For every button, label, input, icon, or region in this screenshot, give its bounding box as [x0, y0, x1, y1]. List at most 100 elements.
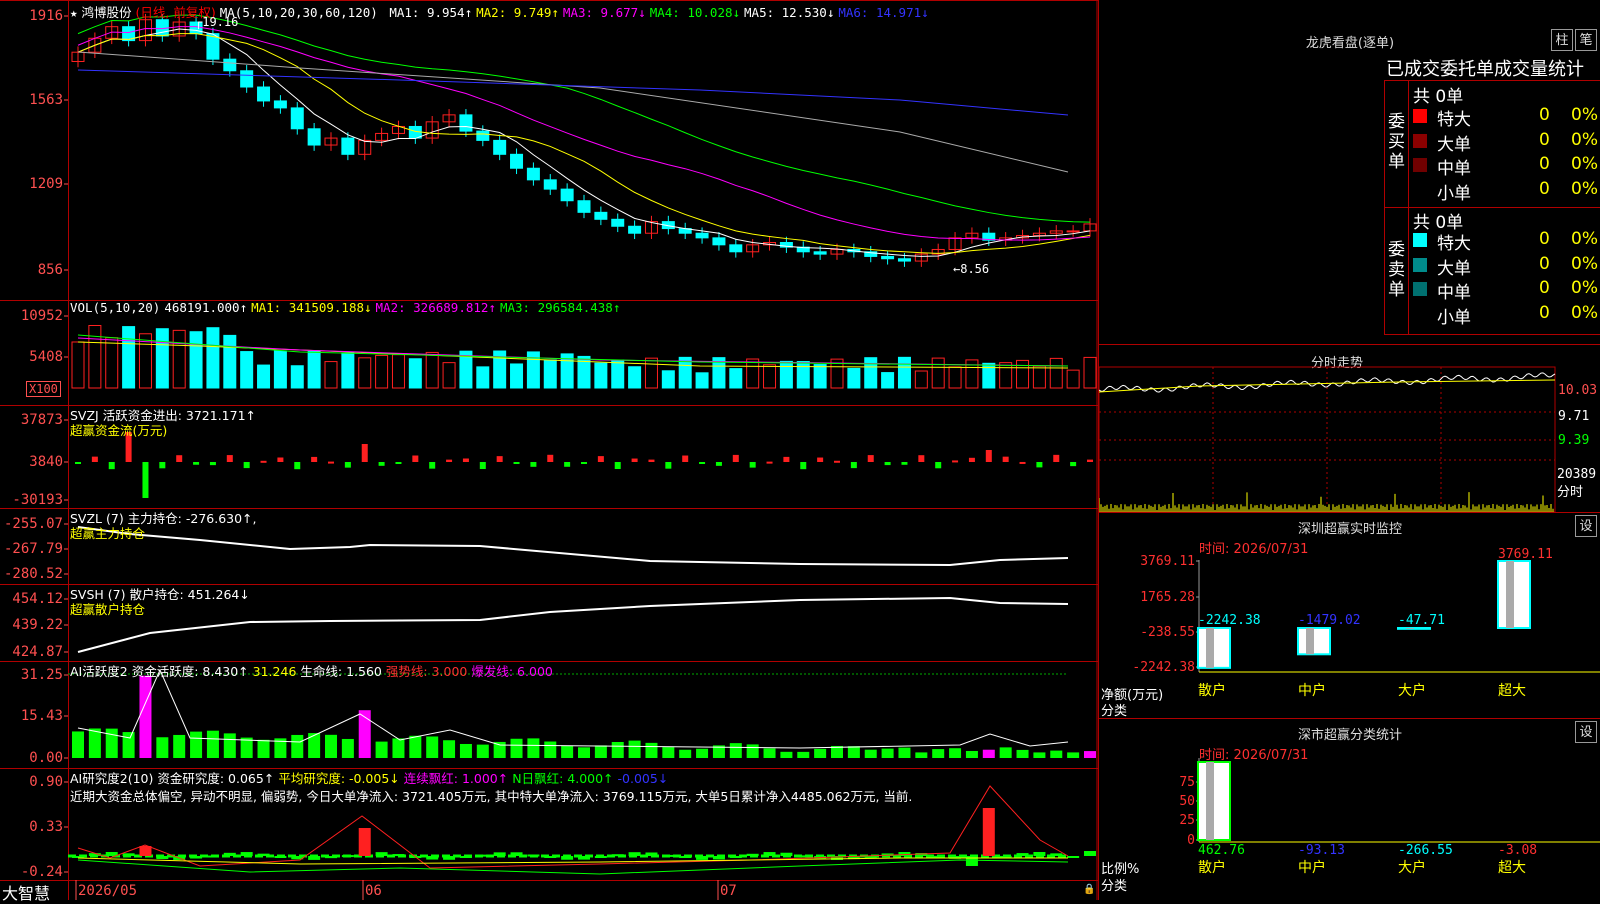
- y-tick: -0.24: [21, 864, 63, 880]
- volume-bar: [425, 351, 439, 389]
- chart-y-tick: -238.55: [1140, 625, 1195, 640]
- activity-bar: [257, 739, 270, 758]
- research-bar: [1016, 853, 1029, 856]
- activity-bar: [173, 734, 186, 758]
- ai-research-summary: 近期大资金总体偏空, 异动不明显, 偏弱势, 今日大单净流入: 3721.405…: [70, 789, 913, 804]
- y-tick: 10952: [21, 308, 63, 324]
- svzj-bar: [547, 454, 554, 462]
- volume-bar: [661, 370, 675, 389]
- stock-name: 鸿博股份: [81, 5, 132, 20]
- research-bar: [965, 856, 978, 866]
- legend-swatch: [1413, 282, 1427, 296]
- research-bar: [763, 852, 776, 856]
- volume-bar: [155, 328, 169, 389]
- svzj-bar: [665, 462, 672, 469]
- research-bar: [544, 856, 557, 858]
- activity-bar: [341, 738, 354, 758]
- activity-bar: [510, 738, 523, 758]
- research-bar: [308, 856, 321, 860]
- intraday-chart-svg[interactable]: 10.03 9.71 9.39 20389 分时: [1099, 344, 1600, 512]
- research-bar: [1067, 856, 1080, 858]
- legend-swatch: [1413, 158, 1427, 172]
- bar-value-label: -47.71: [1398, 613, 1445, 628]
- dragon-row-pct: 0%: [1571, 154, 1598, 174]
- svzj-bar: [159, 462, 166, 469]
- dragon-stats-header: 已成交委托单成交量统计: [1386, 59, 1584, 80]
- chart-y-tick: 50: [1179, 794, 1195, 809]
- dragon-row-pct: 0%: [1571, 129, 1598, 150]
- bar-shade: [1506, 561, 1514, 628]
- research-bar: [206, 855, 219, 858]
- activity-bar: [206, 730, 219, 758]
- dragon-row-pct: 0%: [1571, 178, 1598, 199]
- svzj-bar: [429, 462, 436, 469]
- research-bar: [628, 852, 641, 856]
- bar-mode-button[interactable]: 柱: [1551, 29, 1573, 51]
- y-tick: -30193: [12, 492, 63, 508]
- svzj-bar: [226, 455, 233, 462]
- lock-icon[interactable]: 🔒: [1083, 884, 1095, 895]
- activity-bar: [1016, 749, 1029, 758]
- volume-bar: [122, 326, 136, 389]
- candle-body: [459, 114, 473, 132]
- category-label: 超大: [1498, 860, 1526, 876]
- svzj-bar: [1036, 462, 1043, 468]
- research-bar: [1084, 851, 1096, 856]
- chart-y-tick: 3769.11: [1140, 554, 1195, 569]
- intraday-avg-line: [1099, 379, 1556, 393]
- volume-bar: [1066, 369, 1080, 389]
- research-bar: [746, 853, 759, 856]
- volume-bar: [763, 364, 777, 389]
- y-tick: 5408: [29, 349, 63, 365]
- svzj-bar: [1070, 462, 1077, 467]
- svzj-bar: [968, 457, 975, 462]
- activity-bar: [476, 744, 489, 758]
- svzj-bar: [260, 460, 267, 463]
- activity-bar: [932, 749, 945, 758]
- ma-value-1: MA1: 9.954↑: [389, 5, 473, 20]
- chart-area[interactable]: 1916 1563 1209 856 10952 5408 37873 3840 -30193 -…: [0, 0, 1098, 903]
- candle-body: [729, 244, 743, 253]
- category-label: 中户: [1298, 859, 1326, 876]
- research-bar: [443, 856, 456, 860]
- intraday-price-tick: 9.71: [1558, 409, 1589, 424]
- svzj-bar: [732, 454, 739, 462]
- candle-body: [628, 225, 642, 234]
- svzj-bar: [901, 462, 908, 465]
- dragon-row-pct: 0%: [1571, 278, 1598, 298]
- research-bar: [392, 854, 405, 857]
- svzl-line: [77, 526, 1069, 567]
- activity-bar: [847, 746, 860, 758]
- ma-values: MA1: 9.954↑ MA2: 9.749↑ MA3: 9.677↓ MA4: 10…: [389, 5, 932, 20]
- candle-body: [712, 237, 726, 246]
- research-bar: [679, 856, 692, 859]
- research-bar: [578, 856, 590, 860]
- volume-header: VOL(5,10,20) 468191.000↑ MA1: 341509.188↓ M…: [70, 300, 621, 315]
- volume-bar: [948, 366, 962, 389]
- volume-bar: [628, 366, 642, 389]
- volume-bar: [408, 358, 422, 389]
- svzj-bar: [631, 458, 638, 462]
- svzj-bar: [496, 456, 503, 462]
- candle-body: [476, 130, 490, 141]
- kline-chart-svg[interactable]: 1916 1563 1209 856 10952 5408 37873 3840 -30193 -…: [0, 0, 1098, 900]
- app-logo: 大智慧: [2, 884, 51, 903]
- dragon-row-label: 中单: [1437, 283, 1471, 303]
- activity-bar: [898, 747, 911, 758]
- tick-mode-button[interactable]: 笔: [1575, 29, 1597, 51]
- svzj-bar: [749, 462, 756, 468]
- research-bar: [780, 852, 793, 856]
- volume-unit: X100: [26, 381, 61, 397]
- activity-bar: [308, 733, 321, 758]
- svzj-bar: [446, 459, 453, 462]
- activity-bar: [696, 748, 709, 758]
- svzj-bar: [75, 462, 81, 464]
- legend-swatch: [1413, 133, 1427, 148]
- sz-monitor-settings-button[interactable]: 设: [1575, 515, 1597, 537]
- svzj-bar: [462, 458, 469, 462]
- activity-bar: [291, 734, 304, 758]
- svzj-bar: [817, 457, 824, 462]
- svsh-subtitle: 超赢散户持仓: [70, 602, 146, 617]
- bar-value-label: -93.13: [1298, 843, 1345, 858]
- sz-class-settings-button[interactable]: 设: [1575, 721, 1597, 743]
